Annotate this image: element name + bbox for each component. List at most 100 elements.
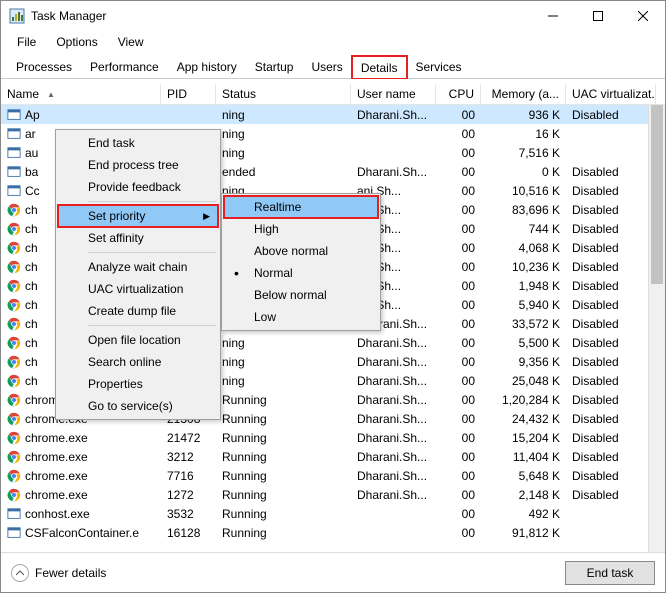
cell-user: Dharani.Sh...	[351, 450, 436, 464]
vertical-scrollbar[interactable]	[648, 105, 665, 552]
cell-mem: 15,204 K	[481, 431, 566, 445]
tab-details[interactable]: Details	[352, 56, 407, 79]
cell-cpu: 00	[436, 374, 481, 388]
col-header-uac[interactable]: UAC virtualizat...	[566, 84, 656, 104]
priority-low[interactable]: Low	[224, 306, 378, 328]
cell-uac: Disabled	[566, 393, 656, 407]
menu-options[interactable]: Options	[48, 33, 105, 51]
cell-cpu: 00	[436, 108, 481, 122]
maximize-button[interactable]	[575, 1, 620, 31]
cell-cpu: 00	[436, 526, 481, 540]
cell-uac: Disabled	[566, 298, 656, 312]
scrollbar-thumb[interactable]	[651, 105, 663, 284]
ctx-end-process-tree[interactable]: End process tree	[58, 154, 218, 176]
cell-cpu: 00	[436, 184, 481, 198]
cell-cpu: 00	[436, 431, 481, 445]
submenu-arrow-icon: ▶	[203, 211, 210, 222]
table-row[interactable]: CSFalconContainer.e16128Running0091,812 …	[1, 523, 665, 542]
table-row[interactable]: ApningDharani.Sh...00936 KDisabled	[1, 105, 665, 124]
ctx-analyze-wait-chain[interactable]: Analyze wait chain	[58, 256, 218, 278]
ctx-uac-virtualization[interactable]: UAC virtualization	[58, 278, 218, 300]
priority-normal[interactable]: •Normal	[224, 262, 378, 284]
ctx-end-task[interactable]: End task	[58, 132, 218, 154]
cell-uac: Disabled	[566, 355, 656, 369]
priority-realtime[interactable]: Realtime	[224, 196, 378, 218]
cell-mem: 11,404 K	[481, 450, 566, 464]
cell-mem: 1,948 K	[481, 279, 566, 293]
ctx-create-dump-file[interactable]: Create dump file	[58, 300, 218, 322]
fewer-details-toggle[interactable]: Fewer details	[11, 564, 106, 582]
priority-high[interactable]: High	[224, 218, 378, 240]
cell-mem: 2,148 K	[481, 488, 566, 502]
ctx-set-priority[interactable]: Set priority▶	[58, 205, 218, 227]
cell-mem: 5,500 K	[481, 336, 566, 350]
cell-mem: 16 K	[481, 127, 566, 141]
cell-cpu: 00	[436, 298, 481, 312]
cell-user: Dharani.Sh...	[351, 393, 436, 407]
priority-above-normal[interactable]: Above normal	[224, 240, 378, 262]
sort-asc-icon: ▲	[47, 90, 55, 99]
cell-uac: Disabled	[566, 336, 656, 350]
table-row[interactable]: chrome.exe7716RunningDharani.Sh...005,64…	[1, 466, 665, 485]
cell-user: Dharani.Sh...	[351, 108, 436, 122]
footer: Fewer details End task	[1, 552, 665, 592]
tab-processes[interactable]: Processes	[7, 55, 81, 78]
cell-pid: 3212	[161, 450, 216, 464]
cell-uac: Disabled	[566, 203, 656, 217]
priority-below-normal[interactable]: Below normal	[224, 284, 378, 306]
process-name: ch	[25, 317, 38, 331]
cell-user: Dharani.Sh...	[351, 488, 436, 502]
tab-startup[interactable]: Startup	[246, 55, 303, 78]
cell-user: Dharani.Sh...	[351, 431, 436, 445]
cell-cpu: 00	[436, 165, 481, 179]
cell-status: ning	[216, 355, 351, 369]
col-header-cpu[interactable]: CPU	[436, 84, 481, 104]
tab-users[interactable]: Users	[302, 55, 351, 78]
menu-view[interactable]: View	[110, 33, 152, 51]
cell-cpu: 00	[436, 222, 481, 236]
end-task-button[interactable]: End task	[565, 561, 655, 585]
table-row[interactable]: chrome.exe1272RunningDharani.Sh...002,14…	[1, 485, 665, 504]
tab-app-history[interactable]: App history	[168, 55, 246, 78]
ctx-open-file-location[interactable]: Open file location	[58, 329, 218, 351]
process-name: ar	[25, 127, 36, 141]
context-menu: End taskEnd process treeProvide feedback…	[55, 129, 221, 420]
table-row[interactable]: conhost.exe3532Running00492 K	[1, 504, 665, 523]
cell-uac: Disabled	[566, 450, 656, 464]
ctx-properties[interactable]: Properties	[58, 373, 218, 395]
cell-mem: 1,20,284 K	[481, 393, 566, 407]
col-header-pid[interactable]: PID	[161, 84, 216, 104]
cell-cpu: 00	[436, 450, 481, 464]
process-name: chrome.exe	[25, 431, 88, 445]
cell-user: Dharani.Sh...	[351, 412, 436, 426]
table-row[interactable]: chrome.exe3212RunningDharani.Sh...0011,4…	[1, 447, 665, 466]
cell-mem: 5,648 K	[481, 469, 566, 483]
bullet-icon: •	[234, 266, 239, 280]
table-row[interactable]: chrome.exe21472RunningDharani.Sh...0015,…	[1, 428, 665, 447]
cell-mem: 0 K	[481, 165, 566, 179]
process-name: ch	[25, 298, 38, 312]
cell-mem: 7,516 K	[481, 146, 566, 160]
col-header-user[interactable]: User name	[351, 84, 436, 104]
ctx-set-affinity[interactable]: Set affinity	[58, 227, 218, 249]
process-name: chrome.exe	[25, 450, 88, 464]
minimize-button[interactable]	[530, 1, 575, 31]
cell-cpu: 00	[436, 393, 481, 407]
cell-cpu: 00	[436, 203, 481, 217]
ctx-go-to-service-s-[interactable]: Go to service(s)	[58, 395, 218, 417]
titlebar[interactable]: Task Manager	[1, 1, 665, 31]
col-header-name[interactable]: Name▲	[1, 84, 161, 104]
tab-services[interactable]: Services	[407, 55, 471, 78]
cell-mem: 492 K	[481, 507, 566, 521]
cell-cpu: 00	[436, 317, 481, 331]
ctx-search-online[interactable]: Search online	[58, 351, 218, 373]
cell-uac: Disabled	[566, 222, 656, 236]
close-button[interactable]	[620, 1, 665, 31]
tab-performance[interactable]: Performance	[81, 55, 168, 78]
menu-file[interactable]: File	[9, 33, 44, 51]
cell-mem: 9,356 K	[481, 355, 566, 369]
cell-uac: Disabled	[566, 488, 656, 502]
col-header-status[interactable]: Status	[216, 84, 351, 104]
ctx-provide-feedback[interactable]: Provide feedback	[58, 176, 218, 198]
col-header-mem[interactable]: Memory (a...	[481, 84, 566, 104]
